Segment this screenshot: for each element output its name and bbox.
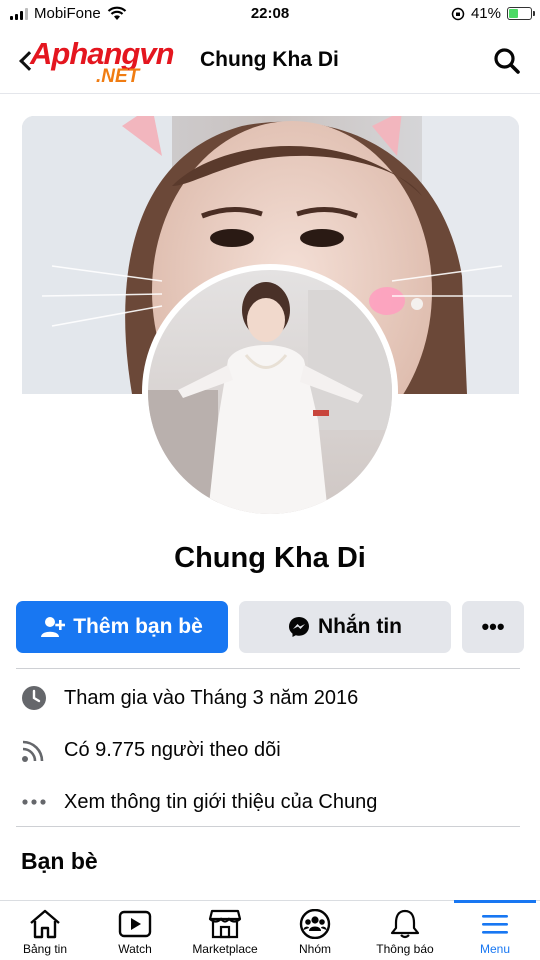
search-icon bbox=[494, 48, 520, 74]
friends-section-title: Bạn bè bbox=[21, 848, 98, 874]
divider bbox=[16, 826, 520, 827]
nav-label: Menu bbox=[479, 942, 511, 956]
menu-icon bbox=[482, 915, 508, 934]
clock-icon bbox=[20, 684, 48, 712]
message-button[interactable]: Nhắn tin bbox=[239, 601, 451, 653]
info-about[interactable]: Xem thông tin giới thiệu của Chung bbox=[20, 784, 377, 820]
watch-icon bbox=[118, 910, 152, 938]
nav-watch[interactable]: Watch bbox=[90, 901, 180, 960]
profile-name: Chung Kha Di bbox=[174, 542, 366, 574]
status-bar: MobiFone 22:08 41% bbox=[0, 0, 540, 28]
home-icon bbox=[30, 909, 60, 939]
rss-icon bbox=[20, 736, 48, 764]
add-friend-button[interactable]: Thêm bạn bè bbox=[16, 601, 228, 653]
nav-news-feed[interactable]: Bảng tin bbox=[0, 901, 90, 960]
info-text: Có 9.775 người theo dõi bbox=[64, 738, 281, 761]
more-options-label: ••• bbox=[481, 614, 505, 639]
info-text: Xem thông tin giới thiệu của Chung bbox=[64, 790, 378, 813]
orientation-lock-icon bbox=[451, 7, 465, 20]
search-button[interactable] bbox=[492, 46, 522, 76]
profile-picture[interactable] bbox=[142, 264, 398, 520]
battery-icon bbox=[507, 7, 535, 20]
app-header: Aphangvn .NET Chung Kha Di bbox=[0, 28, 540, 94]
profile-photo bbox=[148, 270, 392, 514]
site-logo[interactable]: Aphangvn .NET bbox=[19, 36, 192, 88]
add-friend-icon bbox=[41, 617, 66, 637]
info-joined: Tham gia vào Tháng 3 năm 2016 bbox=[20, 680, 358, 716]
status-right: 41% bbox=[451, 5, 535, 22]
nav-label: Nhóm bbox=[298, 942, 331, 956]
bell-icon bbox=[390, 909, 420, 939]
nav-label: Watch bbox=[118, 942, 152, 956]
message-label: Nhắn tin bbox=[318, 615, 402, 638]
battery-percent: 41% bbox=[470, 5, 501, 22]
bottom-nav: Bảng tin Watch Marketplace Nhóm Thông bá… bbox=[0, 900, 540, 960]
more-icon bbox=[20, 788, 48, 816]
nav-marketplace[interactable]: Marketplace bbox=[180, 901, 270, 960]
logo-subtext: .NET bbox=[96, 66, 140, 87]
marketplace-icon bbox=[208, 909, 242, 939]
header-title: Chung Kha Di bbox=[200, 48, 339, 71]
nav-notifications[interactable]: Thông báo bbox=[360, 901, 450, 960]
nav-groups[interactable]: Nhóm bbox=[270, 901, 360, 960]
nav-label: Marketplace bbox=[192, 942, 258, 956]
divider bbox=[16, 668, 520, 669]
nav-label: Thông báo bbox=[376, 942, 434, 956]
nav-menu[interactable]: Menu bbox=[450, 900, 540, 960]
info-text: Tham gia vào Tháng 3 năm 2016 bbox=[64, 686, 359, 709]
nav-label: Bảng tin bbox=[22, 942, 68, 956]
more-options-button[interactable]: ••• bbox=[462, 601, 524, 653]
groups-icon bbox=[299, 909, 331, 939]
messenger-icon bbox=[289, 617, 309, 637]
info-followers[interactable]: Có 9.775 người theo dõi bbox=[20, 732, 281, 768]
add-friend-label: Thêm bạn bè bbox=[73, 615, 203, 638]
